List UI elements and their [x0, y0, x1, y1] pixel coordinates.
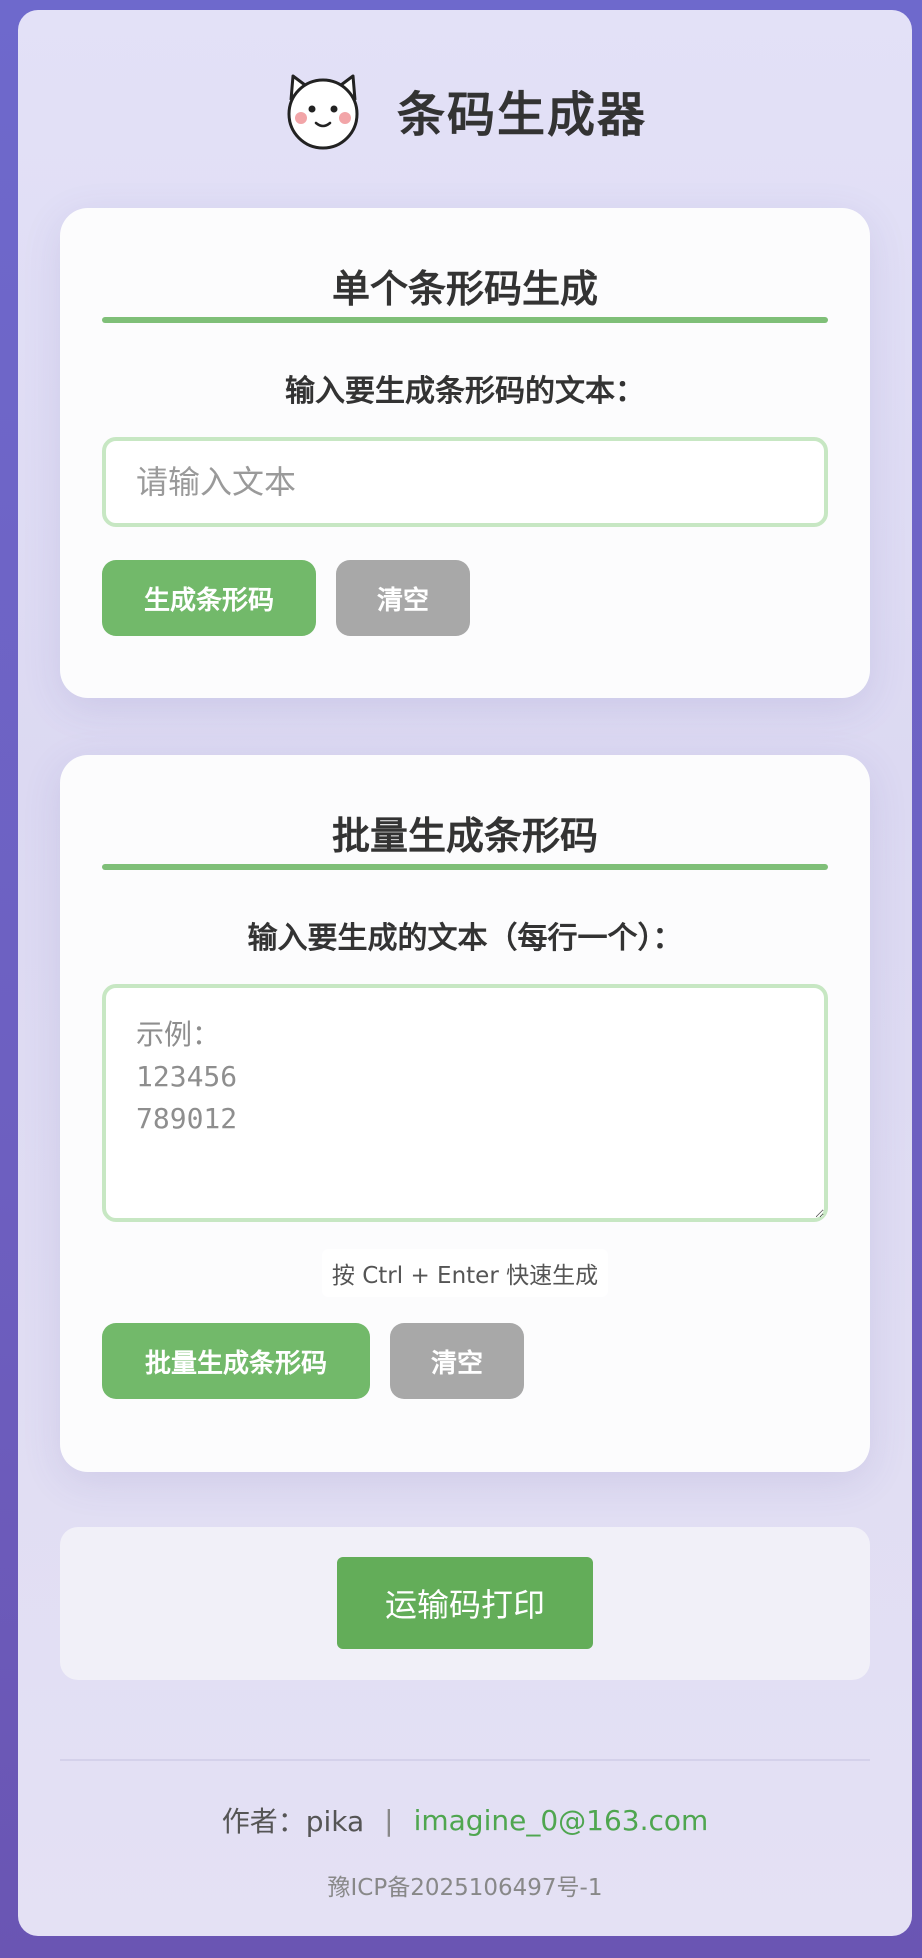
shipping-code-print-button[interactable]: 运输码打印: [337, 1557, 593, 1649]
icp-record-text: 豫ICP备2025106497号-1: [327, 1875, 603, 1901]
author-email-link[interactable]: imagine_0@163.com: [414, 1804, 709, 1837]
print-section: 运输码打印: [60, 1527, 870, 1680]
batch-barcode-card: 批量生成条形码 输入要生成的文本（每行一个）： 按 Ctrl + Enter 快…: [60, 755, 870, 1472]
shortcut-hint: 按 Ctrl + Enter 快速生成: [322, 1249, 608, 1297]
footer-author-row: 作者：pika | imagine_0@163.com: [18, 1800, 912, 1840]
batch-clear-button[interactable]: 清空: [390, 1323, 524, 1399]
batch-input-label: 输入要生成的文本（每行一个）：: [247, 921, 683, 956]
single-input-label: 输入要生成条形码的文本：: [285, 374, 645, 409]
single-title-divider: [102, 317, 828, 323]
batch-text-area[interactable]: [102, 984, 828, 1222]
single-clear-button[interactable]: 清空: [336, 560, 470, 636]
generate-barcode-button[interactable]: 生成条形码: [102, 560, 316, 636]
single-card-title: 单个条形码生成: [331, 267, 598, 311]
batch-card-title: 批量生成条形码: [331, 814, 598, 858]
batch-generate-button[interactable]: 批量生成条形码: [102, 1323, 370, 1399]
footer-divider: [60, 1759, 870, 1761]
author-text: 作者：pika: [221, 1805, 365, 1838]
footer-separator: |: [384, 1803, 394, 1837]
app-container: 条码生成器 单个条形码生成 输入要生成条形码的文本： 生成条形码 清空 批量生成…: [18, 10, 912, 1936]
page-header: 条码生成器: [18, 50, 912, 170]
cat-face-icon: [287, 74, 359, 150]
single-barcode-card: 单个条形码生成 输入要生成条形码的文本： 生成条形码 清空: [60, 208, 870, 698]
single-text-input[interactable]: [102, 437, 828, 527]
page-title: 条码生成器: [396, 87, 647, 143]
batch-title-divider: [102, 864, 828, 870]
